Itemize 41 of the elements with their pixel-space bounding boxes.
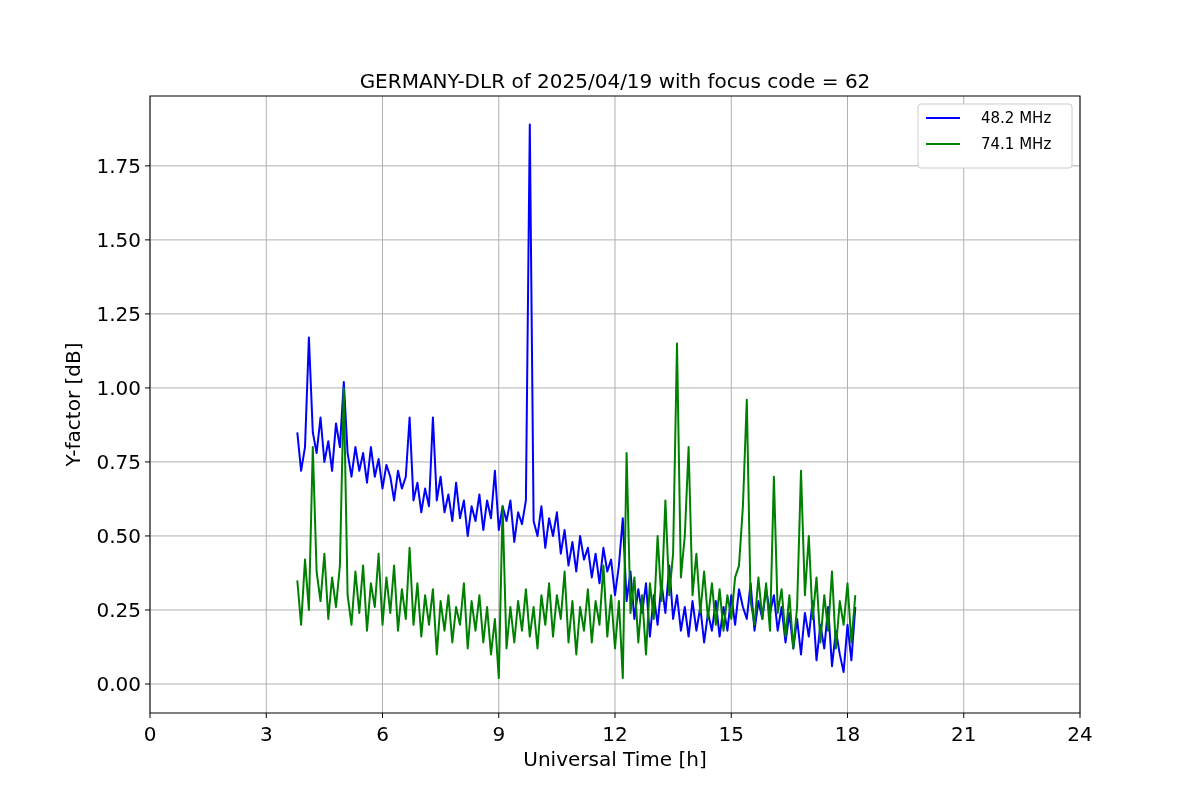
legend-line-icon	[925, 143, 961, 145]
tick-mark	[144, 387, 151, 389]
tick-mark	[149, 712, 151, 719]
tick-mark	[265, 712, 267, 719]
tick-mark	[730, 712, 732, 719]
tick-mark	[963, 712, 965, 719]
tick-mark	[144, 313, 151, 315]
tick-label: 9	[492, 722, 506, 746]
tick-label: 12	[602, 722, 628, 746]
tick-mark	[498, 712, 500, 719]
legend-line-icon	[925, 117, 961, 119]
tick-label: 1.00	[96, 375, 141, 400]
tick-label: 0	[143, 722, 157, 746]
tick-label: 21	[951, 722, 977, 746]
tick-label: 1.25	[96, 301, 141, 326]
tick-mark	[144, 165, 151, 167]
tick-mark	[144, 683, 151, 685]
tick-mark	[144, 461, 151, 463]
tick-label: 6	[376, 722, 389, 746]
tick-mark	[144, 535, 151, 537]
tick-mark	[614, 712, 616, 719]
tick-mark	[144, 609, 151, 611]
legend-label: 74.1 MHz	[981, 135, 1052, 153]
tick-mark	[1079, 712, 1081, 719]
tick-label: 3	[259, 722, 273, 746]
tick-mark	[847, 712, 848, 719]
axis-label: Universal Time [h]	[523, 747, 707, 771]
tick-mark	[382, 712, 383, 719]
tick-label: 18	[834, 722, 861, 746]
chart-title: GERMANY-DLR of 2025/04/19 with focus code = 62	[359, 69, 871, 93]
tick-label: 0.00	[96, 672, 141, 696]
tick-label: 1.75	[96, 153, 141, 178]
tick-mark	[144, 239, 151, 241]
tick-label: 0.25	[96, 597, 141, 622]
legend-label: 48.2 MHz	[981, 109, 1052, 127]
axis-label: Y-factor [dB]	[61, 342, 85, 467]
tick-label: 1.50	[96, 227, 141, 252]
tick-label: 24	[1067, 722, 1093, 746]
tick-label: 0.75	[96, 449, 141, 474]
tick-label: 15	[718, 722, 744, 746]
tick-label: 0.50	[96, 523, 141, 548]
